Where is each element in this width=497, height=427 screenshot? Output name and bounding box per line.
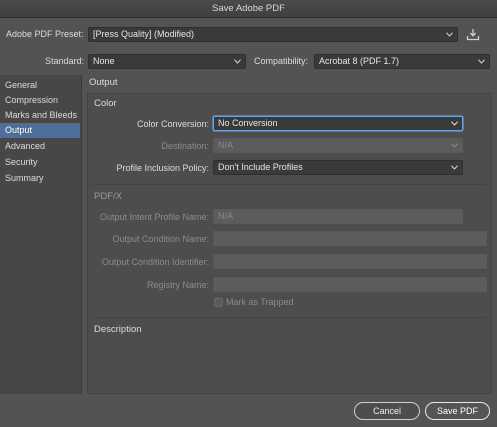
sidebar: General Compression Marks and Bleeds Out… [0, 75, 82, 394]
standard-label: Standard: [45, 56, 85, 66]
mark-as-trapped-checkbox[interactable] [214, 298, 223, 307]
compatibility-select[interactable]: Acrobat 8 (PDF 1.7) [314, 54, 490, 69]
cancel-button[interactable]: Cancel [354, 402, 420, 420]
output-condition-name-field[interactable] [213, 231, 487, 246]
standard-select[interactable]: None [88, 54, 246, 69]
color-conversion-value: No Conversion [218, 118, 278, 128]
output-intent-profile-label: Output Intent Profile Name: [99, 212, 209, 222]
registry-name-label: Registry Name: [146, 280, 209, 290]
chevron-down-icon [477, 55, 485, 68]
description-section-title: Description [94, 324, 142, 335]
registry-name-field[interactable] [213, 277, 487, 292]
save-preset-icon[interactable] [466, 28, 480, 41]
destination-value: N/A [218, 140, 234, 150]
profile-inclusion-value: Don't Include Profiles [218, 162, 303, 172]
output-intent-profile-value: N/A [218, 211, 234, 221]
page-title: Output [89, 77, 118, 88]
output-intent-profile-select[interactable]: N/A [213, 209, 463, 224]
color-conversion-label: Color Conversion: [136, 119, 209, 129]
output-condition-identifier-field[interactable] [213, 254, 487, 269]
standard-value: None [93, 56, 115, 66]
sidebar-item-advanced[interactable]: Advanced [0, 139, 80, 154]
chevron-down-icon [445, 28, 453, 41]
compatibility-label: Compatibility: [254, 56, 309, 66]
sidebar-item-summary[interactable]: Summary [0, 171, 80, 186]
section-divider [92, 317, 487, 318]
destination-label: Destination: [161, 141, 209, 151]
profile-inclusion-label: Profile Inclusion Policy: [116, 163, 209, 173]
compatibility-value: Acrobat 8 (PDF 1.7) [319, 56, 400, 66]
sidebar-item-marks-and-bleeds[interactable]: Marks and Bleeds [0, 108, 80, 123]
output-condition-name-label: Output Condition Name: [112, 234, 209, 244]
color-section-title: Color [94, 98, 117, 109]
chevron-down-icon [233, 55, 241, 68]
profile-inclusion-select[interactable]: Don't Include Profiles [213, 160, 463, 175]
output-condition-identifier-label: Output Condition Identifier: [101, 257, 209, 267]
sidebar-item-compression[interactable]: Compression [0, 93, 80, 108]
chevron-down-icon [450, 139, 458, 152]
sidebar-item-security[interactable]: Security [0, 155, 80, 170]
window-title: Save Adobe PDF [0, 0, 497, 18]
save-pdf-button[interactable]: Save PDF [425, 402, 490, 420]
preset-value: [Press Quality] (Modified) [93, 29, 195, 39]
section-divider [92, 184, 487, 185]
sidebar-item-general[interactable]: General [0, 78, 80, 93]
chevron-down-icon [450, 117, 458, 130]
sidebar-item-output[interactable]: Output [0, 123, 80, 138]
chevron-down-icon [450, 161, 458, 174]
preset-label: Adobe PDF Preset: [6, 29, 84, 39]
color-conversion-select[interactable]: No Conversion [213, 116, 463, 131]
mark-as-trapped-label: Mark as Trapped [226, 297, 294, 307]
destination-select[interactable]: N/A [213, 138, 463, 153]
preset-select[interactable]: [Press Quality] (Modified) [88, 27, 458, 42]
pdfx-section-title: PDF/X [94, 191, 122, 202]
